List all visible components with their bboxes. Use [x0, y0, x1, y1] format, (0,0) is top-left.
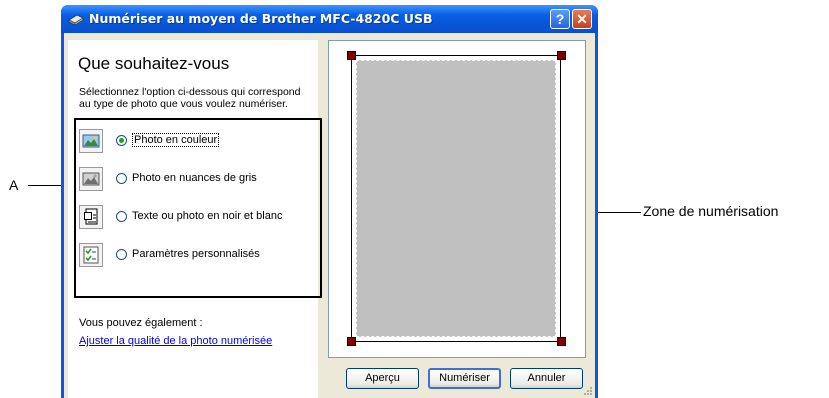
close-button[interactable]: ✕ — [572, 9, 592, 29]
scan-dialog: Numériser au moyen de Brother MFC-4820C … — [61, 5, 598, 398]
title-bar[interactable]: Numériser au moyen de Brother MFC-4820C … — [61, 5, 598, 33]
resize-handle-top-right[interactable] — [557, 51, 566, 60]
options-group-outline — [74, 118, 322, 298]
preview-button[interactable]: Aperçu — [346, 368, 419, 389]
window-title: Numériser au moyen de Brother MFC-4820C … — [89, 11, 433, 26]
scan-preview-area[interactable] — [328, 40, 586, 358]
resize-handle-bottom-right[interactable] — [557, 337, 566, 346]
callout-a-label: A — [9, 177, 19, 193]
dialog-body: Que souhaitez-vous Sélectionnez l'option… — [64, 33, 595, 398]
scan-zone[interactable] — [356, 60, 556, 337]
cancel-button[interactable]: Annuler — [510, 368, 583, 389]
resize-handle-bottom-left[interactable] — [347, 337, 356, 346]
adjust-quality-link[interactable]: Ajuster la qualité de la photo numérisée — [79, 335, 272, 347]
help-button[interactable]: ? — [550, 9, 570, 29]
resize-handle-top-left[interactable] — [347, 51, 356, 60]
callout-scan-zone-label: Zone de numérisation — [643, 203, 779, 219]
also-text: Vous pouvez également : — [79, 317, 203, 329]
resize-grip-icon[interactable] — [583, 386, 593, 396]
page-title: Que souhaitez-vous — [78, 54, 230, 73]
scan-button[interactable]: Numériser — [428, 368, 501, 389]
description-text: Sélectionnez l'option ci-dessous qui cor… — [79, 86, 301, 110]
scanner-icon — [68, 14, 84, 26]
